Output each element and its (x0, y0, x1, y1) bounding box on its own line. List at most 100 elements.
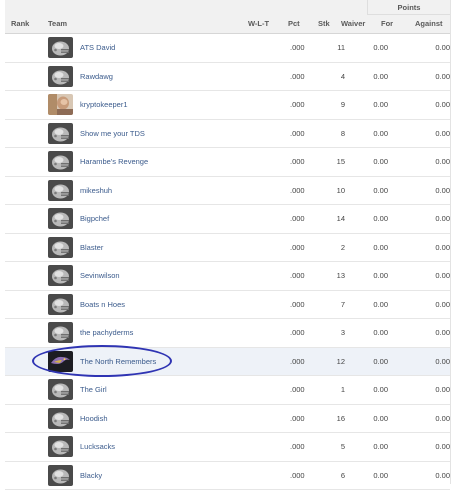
helmet-icon[interactable] (48, 407, 73, 429)
points-against-cell: 0.00 (435, 100, 450, 109)
points-for-cell: 0.00 (373, 271, 388, 280)
waiver-cell: 2 (340, 242, 345, 252)
helmet-icon[interactable] (48, 179, 73, 201)
team-name-link[interactable]: mikeshuh (80, 177, 112, 204)
team-row: Hoodish .000 16 0.00 0.00 (5, 404, 450, 433)
points-against-cell: 0.00 (435, 271, 450, 280)
col-rank[interactable]: Rank (11, 15, 29, 33)
points-for-cell: 0.00 (373, 442, 388, 451)
points-against-cell: 0.00 (435, 299, 450, 309)
team-row: Blaster .000 2 0.00 0.00 (5, 233, 450, 262)
helmet-icon[interactable] (48, 379, 73, 400)
points-against-cell: 0.00 (435, 328, 450, 337)
team-row: Sevinwilson .000 13 0.00 0.00 (5, 262, 450, 291)
points-against-cell: 0.00 (435, 356, 450, 366)
team-name-link[interactable]: Bigpchef (80, 205, 109, 232)
points-for-cell: 0.00 (373, 43, 388, 52)
team-row: kryptokeeper1 .000 9 0.00 0.00 (5, 91, 450, 120)
points-for-cell: 0.00 (373, 328, 388, 337)
helmet-icon[interactable] (48, 265, 73, 286)
standings-table: Points Rank Team W-L-T Pct Stk Waiver Fo… (5, 0, 451, 490)
col-wlt[interactable]: W-L-T (248, 15, 269, 33)
column-header-row: Rank Team W-L-T Pct Stk Waiver For Again… (5, 15, 450, 34)
points-against-cell: 0.00 (435, 185, 450, 195)
team-name-link[interactable]: Sevinwilson (80, 262, 120, 289)
col-team[interactable]: Team (48, 15, 67, 33)
helmet-icon[interactable] (48, 37, 73, 58)
points-for-cell: 0.00 (373, 242, 388, 252)
waiver-cell: 7 (340, 299, 345, 309)
pct-cell: .000 (290, 385, 305, 394)
points-for-cell: 0.00 (373, 385, 388, 394)
points-against-cell: 0.00 (435, 385, 450, 394)
team-name-link[interactable]: the pachyderms (80, 319, 133, 346)
team-row: Lucksacks .000 5 0.00 0.00 (5, 433, 450, 462)
photo-avatar-icon[interactable] (48, 94, 73, 115)
points-against-cell: 0.00 (435, 242, 450, 252)
points-for-cell: 0.00 (373, 356, 388, 366)
helmet-icon[interactable] (48, 322, 73, 343)
team-row: mikeshuh .000 10 0.00 0.00 (5, 176, 450, 205)
helmet-icon[interactable] (48, 208, 73, 229)
points-against-cell: 0.00 (435, 157, 450, 166)
helmet-icon[interactable] (48, 293, 73, 315)
team-name-link[interactable]: kryptokeeper1 (80, 91, 128, 118)
team-row: Harambe's Revenge .000 15 0.00 0.00 (5, 148, 450, 177)
helmet-icon[interactable] (48, 236, 73, 258)
points-for-cell: 0.00 (373, 413, 388, 423)
team-name-link[interactable]: Show me your TDS (80, 120, 145, 147)
col-points-for[interactable]: For (381, 15, 393, 33)
col-pct[interactable]: Pct (288, 15, 300, 33)
pct-cell: .000 (290, 442, 305, 451)
pct-cell: .000 (290, 328, 305, 337)
team-name-link[interactable]: Lucksacks (80, 433, 115, 460)
team-name-link[interactable]: Rawdawg (80, 63, 113, 90)
team-row: The North Remembers .000 12 0.00 0.00 (5, 347, 450, 376)
waiver-cell: 13 (336, 271, 345, 280)
col-points-against[interactable]: Against (415, 15, 443, 33)
team-name-link[interactable]: The Girl (80, 376, 107, 403)
points-against-cell: 0.00 (435, 43, 450, 52)
header-group-row: Points (5, 0, 450, 15)
waiver-cell: 11 (337, 43, 345, 52)
pct-cell: .000 (290, 100, 305, 109)
team-row: ATS David .000 11 0.00 0.00 (5, 34, 450, 63)
points-against-cell: 0.00 (435, 470, 450, 480)
pct-cell: .000 (290, 43, 305, 52)
points-against-cell: 0.00 (435, 71, 450, 81)
points-for-cell: 0.00 (373, 71, 388, 81)
helmet-icon[interactable] (48, 65, 73, 87)
team-row: Blacky .000 6 0.00 0.00 (5, 461, 450, 490)
pct-cell: .000 (290, 242, 305, 252)
team-name-link[interactable]: Blaster (80, 234, 103, 261)
points-against-cell: 0.00 (435, 214, 450, 223)
pct-cell: .000 (290, 470, 305, 480)
team-name-link[interactable]: Hoodish (80, 405, 108, 432)
team-name-link[interactable]: Blacky (80, 462, 102, 489)
team-name-link[interactable]: Boats n Hoes (80, 291, 125, 318)
waiver-cell: 12 (336, 356, 345, 366)
waiver-cell: 6 (340, 470, 345, 480)
helmet-icon[interactable] (48, 151, 73, 172)
col-stk[interactable]: Stk (318, 15, 330, 33)
team-name-link[interactable]: ATS David (80, 34, 115, 61)
waiver-cell: 5 (340, 442, 345, 451)
points-for-cell: 0.00 (373, 185, 388, 195)
pct-cell: .000 (290, 185, 305, 195)
col-waiver[interactable]: Waiver (341, 15, 365, 33)
waiver-cell: 8 (340, 128, 345, 138)
team-name-link[interactable]: Harambe's Revenge (80, 148, 148, 175)
pct-cell: .000 (290, 299, 305, 309)
team-row: The Girl .000 1 0.00 0.00 (5, 376, 450, 405)
ravens-logo-icon[interactable] (48, 350, 73, 372)
helmet-icon[interactable] (48, 464, 73, 486)
waiver-cell: 16 (336, 413, 345, 423)
waiver-cell: 14 (336, 214, 345, 223)
waiver-cell: 1 (340, 385, 345, 394)
points-for-cell: 0.00 (373, 100, 388, 109)
points-against-cell: 0.00 (435, 128, 450, 138)
helmet-icon[interactable] (48, 122, 73, 144)
team-row: Bigpchef .000 14 0.00 0.00 (5, 205, 450, 234)
team-name-link[interactable]: The North Remembers (80, 348, 156, 375)
helmet-icon[interactable] (48, 436, 73, 457)
